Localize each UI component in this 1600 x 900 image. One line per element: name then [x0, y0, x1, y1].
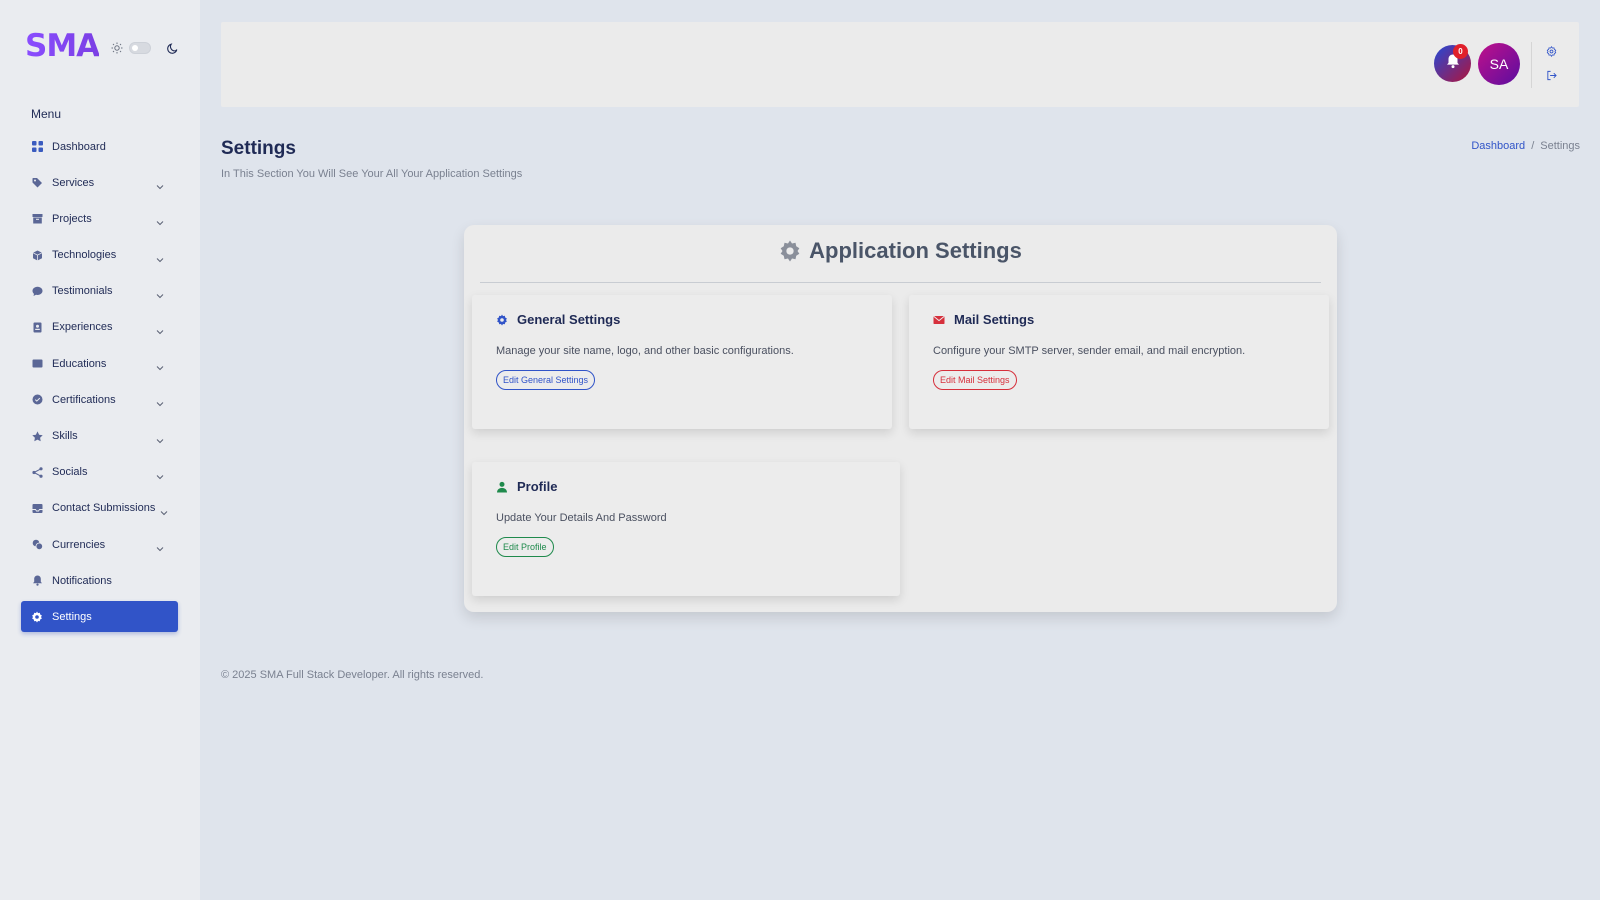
page-title: Settings	[221, 138, 296, 159]
sidebar-item-label: Testimonials	[52, 285, 113, 298]
sidebar-item-services[interactable]: Services	[21, 167, 178, 198]
header-divider	[1531, 42, 1532, 88]
cube-icon	[31, 249, 43, 261]
gear-icon	[496, 314, 508, 326]
panel-heading: Application Settings	[464, 238, 1337, 264]
sidebar-item-skills[interactable]: Skills	[21, 421, 178, 452]
panel-title: Application Settings	[809, 238, 1022, 263]
sun-icon	[111, 42, 123, 54]
profile-card: Profile Update Your Details And Password…	[472, 462, 900, 596]
card-description: Manage your site name, logo, and other b…	[496, 345, 794, 357]
avatar[interactable]: SA	[1478, 43, 1520, 85]
card-title: Mail Settings	[954, 312, 1035, 327]
sidebar-nav: Dashboard Services Projects Technologies…	[21, 131, 178, 638]
panel-divider	[480, 282, 1321, 283]
book-icon	[31, 358, 43, 370]
sidebar-item-notifications[interactable]: Notifications	[21, 565, 178, 596]
moon-icon	[167, 42, 179, 54]
sidebar-item-label: Educations	[52, 357, 107, 370]
share-icon	[31, 466, 43, 478]
chevron-down-icon	[156, 323, 164, 335]
box-icon	[31, 213, 43, 225]
star-icon	[31, 430, 43, 442]
general-settings-card: General Settings Manage your site name, …	[472, 295, 892, 429]
sidebar-item-socials[interactable]: Socials	[21, 457, 178, 488]
application-settings-panel: Application Settings General Settings Ma…	[464, 225, 1337, 612]
edit-mail-settings-button[interactable]: Edit Mail Settings	[933, 370, 1017, 390]
sidebar-item-label: Notifications	[52, 574, 112, 587]
chevron-down-icon	[156, 251, 164, 262]
sidebar-item-label: Experiences	[52, 321, 113, 334]
tag-icon	[31, 177, 43, 189]
sidebar-item-label: Settings	[52, 610, 92, 623]
edit-general-settings-button[interactable]: Edit General Settings	[496, 370, 596, 390]
sidebar-item-technologies[interactable]: Technologies	[21, 240, 178, 271]
grid-icon	[31, 141, 43, 153]
menu-title: Menu	[31, 107, 62, 121]
sidebar-item-label: Certifications	[52, 393, 116, 406]
chevron-down-icon	[156, 395, 164, 407]
bell-icon	[31, 575, 43, 587]
breadcrumb: Dashboard / Settings	[1471, 140, 1580, 152]
chat-icon	[31, 285, 43, 297]
sidebar-item-label: Socials	[52, 466, 88, 479]
gear-icon	[31, 611, 43, 623]
sidebar-item-dashboard[interactable]: Dashboard	[21, 131, 178, 162]
card-description: Configure your SMTP server, sender email…	[933, 345, 1246, 357]
switch-knob	[132, 45, 139, 51]
user-icon	[496, 481, 508, 493]
card-description: Update Your Details And Password	[496, 512, 667, 524]
sidebar-item-label: Projects	[52, 212, 92, 225]
brand-logo[interactable]: SMA	[25, 28, 100, 64]
card-header: General Settings	[496, 312, 620, 327]
page-subtitle: In This Section You Will See Your All Yo…	[221, 168, 523, 180]
chevron-down-icon	[156, 540, 164, 552]
inbox-icon	[31, 502, 43, 514]
notification-count-badge: 0	[1453, 44, 1468, 59]
sidebar-item-label: Contact Submissions	[52, 502, 156, 515]
certificate-icon	[31, 394, 43, 406]
coins-icon	[31, 539, 43, 551]
mail-settings-card: Mail Settings Configure your SMTP server…	[909, 295, 1329, 429]
breadcrumb-home-link[interactable]: Dashboard	[1471, 140, 1525, 152]
edit-profile-button[interactable]: Edit Profile	[496, 537, 554, 557]
gear-icon	[779, 240, 801, 262]
sidebar-item-contact-submissions[interactable]: Contact Submissions	[21, 493, 178, 524]
theme-toggle[interactable]	[111, 42, 179, 54]
chevron-down-icon	[156, 468, 164, 479]
card-title: General Settings	[517, 312, 621, 327]
sidebar-item-label: Dashboard	[52, 140, 106, 153]
sidebar-item-label: Skills	[52, 430, 78, 442]
breadcrumb-current: Settings	[1540, 140, 1580, 152]
chevron-down-icon	[156, 214, 164, 226]
chevron-down-icon	[156, 359, 164, 371]
brand: SMA	[25, 28, 179, 64]
sidebar-item-projects[interactable]: Projects	[21, 203, 178, 234]
sidebar: SMA Menu Dashboard Services Projects Tec…	[0, 0, 200, 900]
logout-icon[interactable]	[1546, 68, 1557, 81]
top-header: 0 SA	[221, 22, 1579, 107]
envelope-icon	[933, 314, 945, 326]
chevron-down-icon	[156, 178, 164, 190]
card-header: Mail Settings	[933, 312, 1034, 327]
sidebar-item-settings[interactable]: Settings	[21, 601, 178, 633]
theme-switch[interactable]	[129, 42, 152, 54]
sidebar-item-testimonials[interactable]: Testimonials	[21, 276, 178, 307]
footer-copyright: © 2025 SMA Full Stack Developer. All rig…	[221, 669, 484, 681]
chevron-down-icon	[160, 504, 168, 516]
sidebar-item-certifications[interactable]: Certifications	[21, 384, 178, 415]
chevron-down-icon	[156, 432, 164, 443]
sidebar-item-label: Services	[52, 176, 95, 189]
badge-icon	[31, 321, 43, 333]
sidebar-item-label: Currencies	[52, 538, 106, 551]
sidebar-item-currencies[interactable]: Currencies	[21, 529, 178, 560]
settings-gear-icon[interactable]	[1546, 44, 1557, 58]
sidebar-item-label: Technologies	[52, 249, 117, 262]
card-title: Profile	[517, 479, 558, 494]
sidebar-item-educations[interactable]: Educations	[21, 348, 178, 379]
breadcrumb-separator: /	[1531, 140, 1535, 152]
card-header: Profile	[496, 479, 557, 494]
chevron-down-icon	[156, 287, 164, 298]
sidebar-item-experiences[interactable]: Experiences	[21, 312, 178, 343]
